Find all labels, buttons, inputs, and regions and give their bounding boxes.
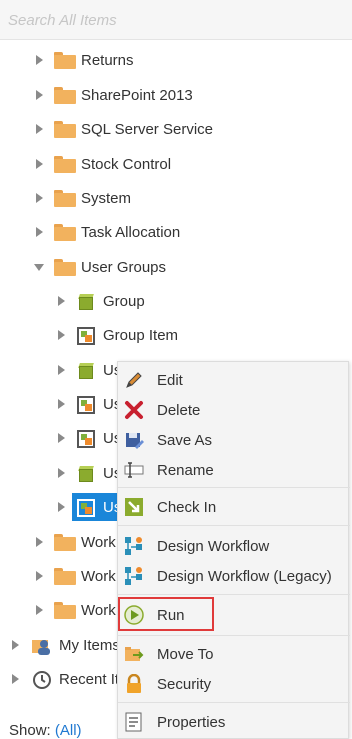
design-workflow-legacy-icon <box>124 566 144 586</box>
check-in-icon <box>124 497 144 517</box>
tree-item-label: SharePoint 2013 <box>81 87 193 104</box>
tree-item-label: Stock Control <box>81 156 172 173</box>
menu-item-move-to[interactable]: Move To <box>118 639 350 669</box>
folder-icon <box>54 156 76 173</box>
menu-item-rename[interactable]: Rename <box>118 455 350 485</box>
menu-item-properties[interactable]: Properties <box>118 707 350 737</box>
expand-arrow-icon[interactable] <box>12 640 19 650</box>
tree-folder-sql-server[interactable]: SQL Server Service <box>0 114 352 146</box>
workflow-item-icon <box>77 430 95 448</box>
expand-arrow-icon[interactable] <box>58 502 65 512</box>
run-highlight-box <box>118 597 214 631</box>
expand-arrow-icon[interactable] <box>36 605 43 615</box>
context-menu: Edit Delete Save As Rename Check In Desi… <box>117 361 350 739</box>
tree-item-label: Returns <box>81 52 134 69</box>
delete-x-icon <box>124 400 144 420</box>
expand-arrow-icon[interactable] <box>12 674 19 684</box>
menu-separator <box>118 702 350 703</box>
expand-arrow-icon[interactable] <box>36 124 43 134</box>
expand-arrow-icon[interactable] <box>36 571 43 581</box>
show-label: Show: <box>9 722 51 739</box>
expand-arrow-icon[interactable] <box>58 330 65 340</box>
folder-icon <box>54 534 76 551</box>
menu-item-edit[interactable]: Edit <box>118 365 350 395</box>
menu-item-check-in[interactable]: Check In <box>118 492 350 522</box>
pencil-icon <box>124 370 144 390</box>
menu-item-delete[interactable]: Delete <box>118 395 350 425</box>
recent-clock-icon <box>32 670 52 690</box>
collapse-arrow-icon[interactable] <box>34 264 44 271</box>
lock-icon <box>124 673 144 694</box>
save-as-icon <box>124 430 144 450</box>
tree-folder-sharepoint[interactable]: SharePoint 2013 <box>0 80 352 112</box>
expand-arrow-icon[interactable] <box>58 468 65 478</box>
expand-arrow-icon[interactable] <box>36 193 43 203</box>
workflow-item-icon <box>77 327 95 345</box>
folder-icon <box>54 190 76 207</box>
folder-icon <box>54 121 76 138</box>
tree-item-group[interactable]: Group <box>0 286 352 318</box>
folder-icon <box>54 259 76 276</box>
expand-arrow-icon[interactable] <box>36 227 43 237</box>
tree-folder-stock-control[interactable]: Stock Control <box>0 149 352 181</box>
tree-item-label: Group Item <box>103 327 179 344</box>
properties-icon <box>124 712 144 732</box>
folder-icon <box>54 602 76 619</box>
search-bar <box>0 0 352 40</box>
tree-folder-task-allocation[interactable]: Task Allocation <box>0 217 352 249</box>
tree-item-group-item[interactable]: Group Item <box>0 320 352 352</box>
search-input[interactable] <box>6 6 342 34</box>
menu-item-security[interactable]: Security <box>118 669 350 699</box>
workflow-item-icon <box>77 499 95 517</box>
show-filter: Show: (All) <box>9 722 82 739</box>
menu-item-design-workflow[interactable]: Design Workflow <box>118 531 350 561</box>
tree-item-label: Task Allocation <box>81 224 181 241</box>
my-items-icon <box>32 636 52 656</box>
tree-item-label: SQL Server Service <box>81 121 213 138</box>
show-filter-link[interactable]: (All) <box>55 722 82 739</box>
tree-folder-returns[interactable]: Returns <box>0 45 352 77</box>
folder-icon <box>54 52 76 69</box>
tree-item-label: Work <box>81 602 116 619</box>
tree-item-label: My Items <box>59 637 120 654</box>
tree-item-label: Recent It <box>59 671 120 688</box>
folder-icon <box>54 87 76 104</box>
menu-separator <box>118 525 350 526</box>
tree-item-label: Work <box>81 534 116 551</box>
rename-icon <box>124 460 144 480</box>
expand-arrow-icon[interactable] <box>36 90 43 100</box>
expand-arrow-icon[interactable] <box>36 55 43 65</box>
menu-separator <box>118 487 350 488</box>
expand-arrow-icon[interactable] <box>36 159 43 169</box>
menu-separator <box>118 635 350 636</box>
menu-item-save-as[interactable]: Save As <box>118 425 350 455</box>
tree-item-label: Work <box>81 568 116 585</box>
tree-item-label: System <box>81 190 132 207</box>
expand-arrow-icon[interactable] <box>58 399 65 409</box>
menu-item-design-workflow-legacy[interactable]: Design Workflow (Legacy) <box>118 561 350 591</box>
folder-icon <box>54 568 76 585</box>
move-to-icon <box>124 644 144 664</box>
menu-separator <box>118 594 350 595</box>
expand-arrow-icon[interactable] <box>58 296 65 306</box>
smartobject-cube-icon <box>77 465 95 483</box>
workflow-item-icon <box>77 396 95 414</box>
folder-icon <box>54 224 76 241</box>
expand-arrow-icon[interactable] <box>36 537 43 547</box>
smartobject-cube-icon <box>77 293 95 311</box>
tree-item-label: Group <box>103 293 145 310</box>
tree-folder-user-groups[interactable]: User Groups <box>0 252 352 284</box>
tree-folder-system[interactable]: System <box>0 183 352 215</box>
expand-arrow-icon[interactable] <box>58 433 65 443</box>
design-workflow-icon <box>124 536 144 556</box>
tree-item-label: User Groups <box>81 259 167 276</box>
